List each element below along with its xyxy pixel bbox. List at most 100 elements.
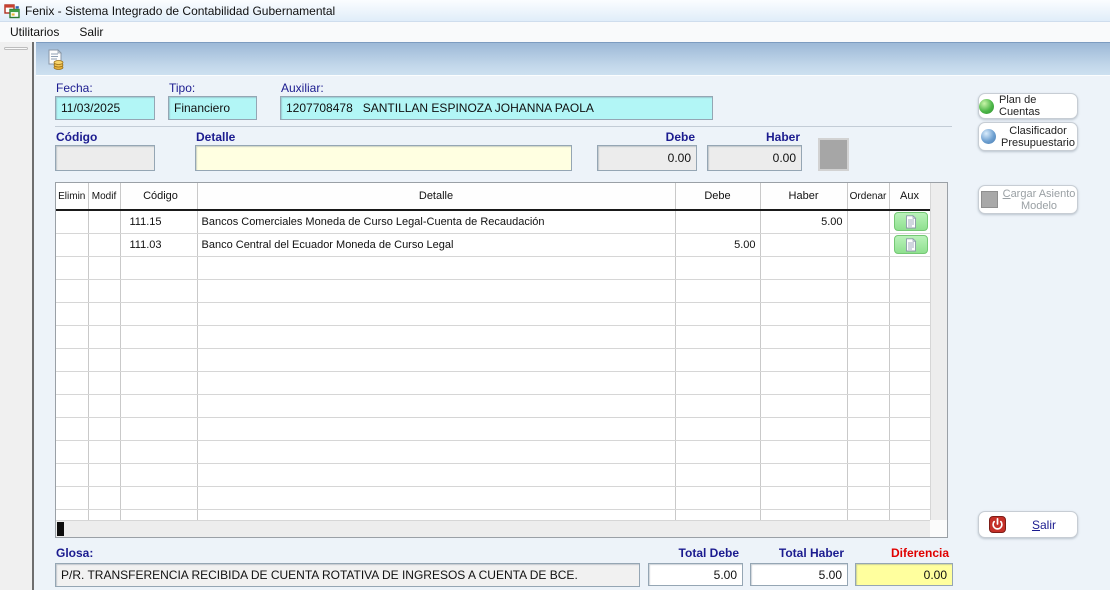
- entries-table: Elimin Modif Código Detalle Debe Haber O…: [56, 183, 931, 533]
- entries-table-container: Elimin Modif Código Detalle Debe Haber O…: [55, 182, 948, 538]
- cell-haber: [760, 463, 847, 486]
- header-modif: Modif: [88, 183, 120, 210]
- cell-haber: [760, 256, 847, 279]
- codigo-input[interactable]: [55, 145, 155, 171]
- cell-modif: [88, 302, 120, 325]
- table-row[interactable]: [56, 394, 930, 417]
- table-row[interactable]: [56, 417, 930, 440]
- left-collapsed-panel[interactable]: [0, 42, 34, 590]
- header-ordenar: Ordenar: [847, 183, 889, 210]
- codigo-label: Código: [56, 130, 97, 144]
- cell-haber: [760, 348, 847, 371]
- cell-debe: [675, 348, 760, 371]
- table-row[interactable]: [56, 325, 930, 348]
- cell-haber: [760, 302, 847, 325]
- cell-ordenar: [847, 394, 889, 417]
- header-detalle: Detalle: [197, 183, 675, 210]
- table-row[interactable]: [56, 463, 930, 486]
- cell-codigo: [120, 417, 197, 440]
- cell-ordenar: [847, 210, 889, 233]
- auxiliary-document-icon: [905, 238, 917, 252]
- new-entry-button[interactable]: [44, 48, 68, 72]
- total-debe-input: [648, 563, 743, 586]
- horizontal-scrollbar[interactable]: [56, 520, 930, 537]
- cell-codigo: 111.15: [120, 210, 197, 233]
- detalle-label: Detalle: [196, 130, 235, 144]
- fecha-input[interactable]: [55, 96, 155, 120]
- debe-label: Debe: [597, 130, 695, 144]
- toolbar: [36, 42, 1110, 75]
- splitter-grip[interactable]: [4, 47, 28, 50]
- cell-ordenar: [847, 233, 889, 256]
- cell-codigo: 111.03: [120, 233, 197, 256]
- vertical-scrollbar[interactable]: [930, 183, 947, 520]
- new-entry-document-coins-icon: [45, 49, 67, 71]
- cell-codigo: [120, 302, 197, 325]
- cell-detalle: [197, 440, 675, 463]
- cell-debe: [675, 256, 760, 279]
- cell-aux: [889, 279, 930, 302]
- menu-item-utilitarios[interactable]: Utilitarios: [0, 22, 69, 42]
- cell-modif: [88, 210, 120, 233]
- color-indicator-button[interactable]: [818, 138, 849, 171]
- cell-debe: [675, 371, 760, 394]
- clasificador-presupuestario-button[interactable]: Clasificador Presupuestario: [978, 122, 1078, 151]
- cell-detalle: [197, 302, 675, 325]
- glosa-input[interactable]: [55, 563, 640, 587]
- header-aux: Aux: [889, 183, 930, 210]
- table-row[interactable]: 111.03Banco Central del Ecuador Moneda d…: [56, 233, 930, 256]
- cell-elimin: [56, 348, 88, 371]
- cell-ordenar: [847, 348, 889, 371]
- aux-document-button[interactable]: [894, 212, 928, 231]
- cell-modif: [88, 325, 120, 348]
- cell-haber: 5.00: [760, 210, 847, 233]
- cell-haber: [760, 233, 847, 256]
- cell-aux: [889, 394, 930, 417]
- total-haber-input: [750, 563, 848, 586]
- plan-de-cuentas-button[interactable]: Plan de Cuentas: [978, 93, 1078, 119]
- tipo-input[interactable]: [168, 96, 257, 120]
- table-row[interactable]: [56, 302, 930, 325]
- detalle-input[interactable]: [195, 145, 572, 171]
- salir-label: Salir: [1011, 519, 1077, 531]
- cell-aux: [889, 463, 930, 486]
- power-icon: [989, 516, 1006, 533]
- cell-debe: [675, 417, 760, 440]
- debe-input[interactable]: [597, 145, 697, 171]
- cell-codigo: [120, 463, 197, 486]
- cell-debe: [675, 440, 760, 463]
- cargar-asiento-modelo-button[interactable]: Cargar Asiento Modelo: [978, 185, 1078, 214]
- table-row[interactable]: [56, 256, 930, 279]
- cell-modif: [88, 486, 120, 509]
- table-row[interactable]: [56, 440, 930, 463]
- cell-ordenar: [847, 256, 889, 279]
- cell-codigo: [120, 440, 197, 463]
- cell-codigo: [120, 279, 197, 302]
- cell-aux: [889, 302, 930, 325]
- scrollbar-corner: [930, 520, 947, 537]
- cell-codigo: [120, 371, 197, 394]
- table-row[interactable]: [56, 371, 930, 394]
- cell-detalle: [197, 417, 675, 440]
- table-row[interactable]: 111.15Bancos Comerciales Moneda de Curso…: [56, 210, 930, 233]
- cell-aux: [889, 256, 930, 279]
- cell-ordenar: [847, 302, 889, 325]
- aux-document-button[interactable]: [894, 235, 928, 254]
- cell-codigo: [120, 348, 197, 371]
- table-row[interactable]: [56, 279, 930, 302]
- haber-input[interactable]: [707, 145, 802, 171]
- cell-detalle: [197, 256, 675, 279]
- table-row[interactable]: [56, 348, 930, 371]
- total-haber-label: Total Haber: [750, 546, 848, 560]
- salir-button[interactable]: Salir: [978, 511, 1078, 538]
- horizontal-scrollbar-thumb[interactable]: [57, 522, 64, 536]
- table-header-row: Elimin Modif Código Detalle Debe Haber O…: [56, 183, 930, 210]
- cell-haber: [760, 486, 847, 509]
- cell-debe: [675, 325, 760, 348]
- cell-modif: [88, 394, 120, 417]
- cell-detalle: Bancos Comerciales Moneda de Curso Legal…: [197, 210, 675, 233]
- menu-item-salir[interactable]: Salir: [69, 22, 113, 42]
- table-row[interactable]: [56, 486, 930, 509]
- menu-bar: Utilitarios Salir: [0, 22, 1110, 42]
- auxiliar-input[interactable]: [280, 96, 713, 120]
